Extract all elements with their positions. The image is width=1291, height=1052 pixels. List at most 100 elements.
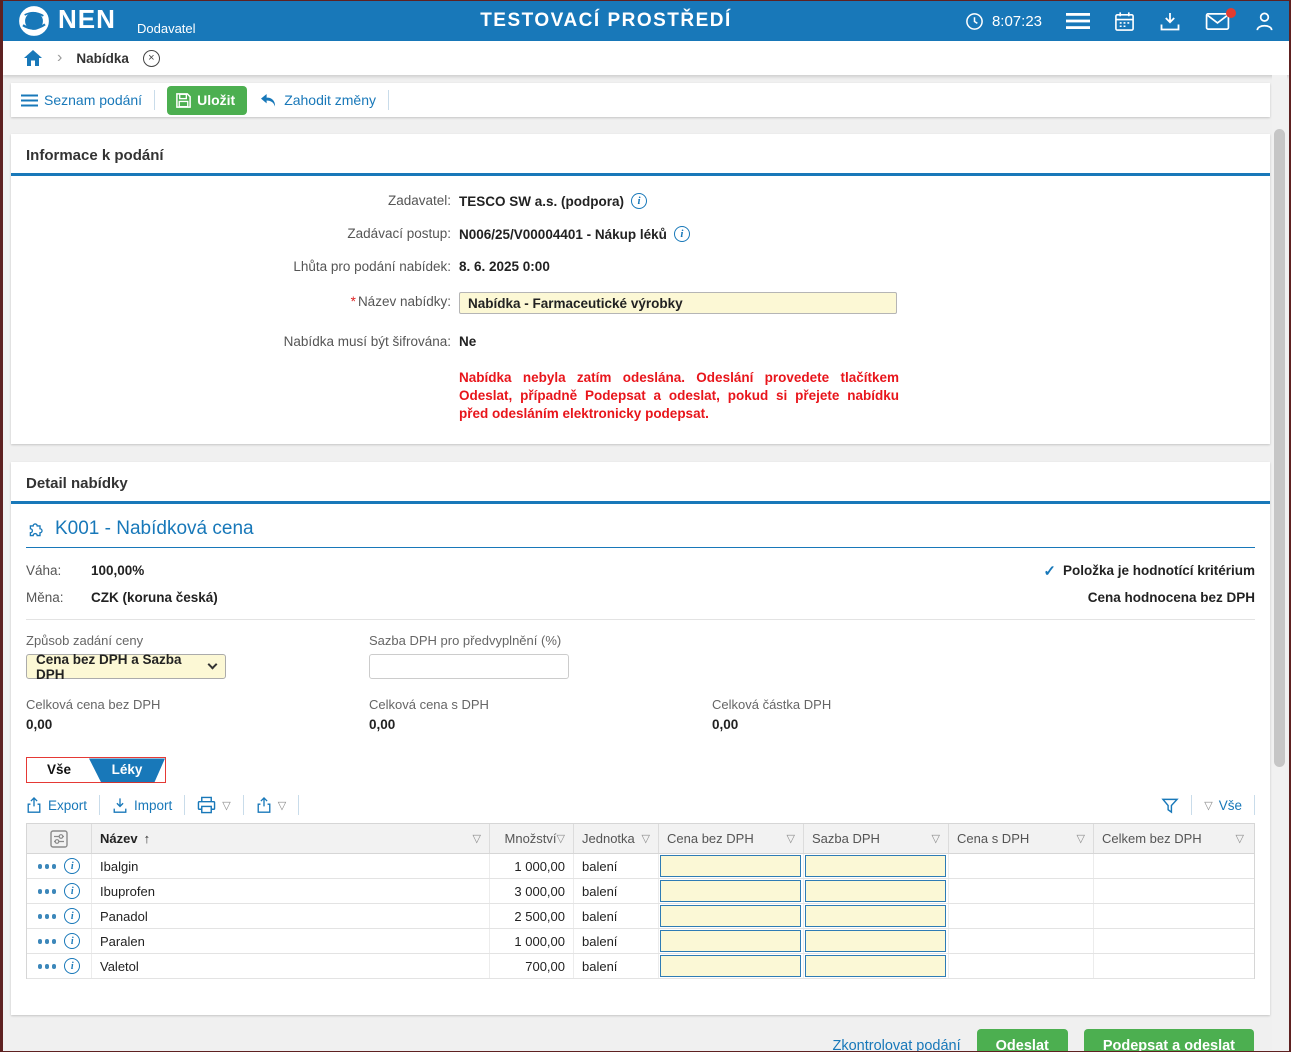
save-button[interactable]: Uložit <box>167 86 247 115</box>
info-section: Informace k podání Zadavatel: TESCO SW a… <box>11 134 1270 444</box>
breadcrumb-item-nabidka[interactable]: Nabídka <box>76 51 129 66</box>
column-header-celkem-bez-dph[interactable]: Celkem bez DPH ▽ <box>1094 824 1252 853</box>
info-icon[interactable]: i <box>631 193 647 209</box>
table-row[interactable]: i Valetol 700,00 balení <box>27 954 1254 979</box>
nen-logo[interactable]: NEN Dodavatel <box>17 1 317 41</box>
column-filter-icon[interactable]: ▽ <box>1236 832 1244 845</box>
column-header-mnozstvi[interactable]: Množství ▽ <box>490 824 574 853</box>
column-filter-icon[interactable]: ▽ <box>932 832 940 845</box>
row-qty: 2 500,00 <box>490 904 574 928</box>
tab-vse[interactable]: Vše <box>27 758 91 782</box>
column-chooser-icon[interactable] <box>50 830 68 848</box>
vat-rate-input[interactable] <box>805 905 946 927</box>
tab-leky[interactable]: Léky <box>89 758 165 782</box>
row-qty: 1 000,00 <box>490 929 574 953</box>
row-actions-icon[interactable] <box>38 939 57 944</box>
check-submission-link[interactable]: Zkontrolovat podání <box>832 1038 960 1052</box>
price-mode-select[interactable]: Cena bez DPH a Sazba DPH <box>26 654 226 679</box>
row-price-with-vat <box>949 904 1094 928</box>
chevron-down-icon <box>208 660 218 670</box>
user-profile-icon[interactable] <box>1254 11 1275 32</box>
table-row[interactable]: i Ibalgin 1 000,00 balení <box>27 854 1254 879</box>
row-info-icon[interactable]: i <box>64 883 80 899</box>
column-header-cena-bez-dph[interactable]: Cena bez DPH ▽ <box>659 824 804 853</box>
send-button[interactable]: Odeslat <box>977 1029 1068 1052</box>
messages-icon[interactable] <box>1205 12 1230 31</box>
vat-rate-input[interactable] <box>805 880 946 902</box>
row-actions-icon[interactable] <box>38 864 57 869</box>
info-icon[interactable]: i <box>674 226 690 242</box>
column-filter-icon[interactable]: ▽ <box>473 832 481 845</box>
close-tab-icon[interactable]: × <box>143 50 160 67</box>
price-no-vat-input[interactable] <box>660 855 801 877</box>
scrollbar-thumb[interactable] <box>1274 129 1285 767</box>
mena-label: Měna: <box>26 590 91 605</box>
share-menu-button[interactable]: ▽ <box>256 797 286 814</box>
column-filter-icon[interactable]: ▽ <box>787 832 795 845</box>
toolbar-divider <box>1254 795 1255 815</box>
table-row[interactable]: i Panadol 2 500,00 balení <box>27 904 1254 929</box>
export-button[interactable]: Export <box>26 797 87 814</box>
table-body: i Ibalgin 1 000,00 balení i Ibuprofen 3 … <box>27 854 1254 979</box>
calendar-icon[interactable] <box>1114 11 1135 32</box>
environment-title: TESTOVACÍ PROSTŘEDÍ <box>317 10 895 32</box>
nazev-nabidky-input[interactable] <box>459 292 897 314</box>
lhuta-label: Lhůta pro podání nabídek: <box>11 257 451 274</box>
print-menu-button[interactable]: ▽ <box>197 796 230 814</box>
column-header-jednotka[interactable]: Jednotka ▽ <box>574 824 659 853</box>
sign-and-send-button[interactable]: Podepsat a odeslat <box>1084 1029 1254 1052</box>
row-unit: balení <box>574 954 659 978</box>
row-total-no-vat <box>1094 904 1252 928</box>
row-name: Paralen <box>92 929 490 953</box>
row-info-icon[interactable]: i <box>64 908 80 924</box>
not-sent-warning: Nabídka nebyla zatím odeslána. Odeslání … <box>459 369 899 422</box>
column-header-cena-s-dph[interactable]: Cena s DPH ▽ <box>949 824 1094 853</box>
price-no-vat-input[interactable] <box>660 880 801 902</box>
row-price-with-vat <box>949 854 1094 878</box>
menu-icon[interactable] <box>1066 12 1090 30</box>
toolbar-divider <box>298 795 299 815</box>
column-header-nazev[interactable]: Název↑ ▽ <box>92 824 490 853</box>
column-header-sazba-dph[interactable]: Sazba DPH ▽ <box>804 824 949 853</box>
import-button[interactable]: Import <box>112 797 172 814</box>
column-filter-icon[interactable]: ▽ <box>557 832 565 845</box>
row-actions-icon[interactable] <box>38 889 57 894</box>
sifrovana-label: Nabídka musí být šifrována: <box>11 332 451 349</box>
row-info-icon[interactable]: i <box>64 933 80 949</box>
seznam-podani-link[interactable]: Seznam podání <box>21 92 142 108</box>
vat-rate-input[interactable] <box>805 955 946 977</box>
row-name: Ibuprofen <box>92 879 490 903</box>
mena-value: CZK (koruna česká) <box>91 590 218 605</box>
table-row[interactable]: i Paralen 1 000,00 balení <box>27 929 1254 954</box>
session-time: 8:07:23 <box>992 13 1042 30</box>
row-actions-icon[interactable] <box>38 964 57 969</box>
vat-prefill-input[interactable] <box>369 654 569 679</box>
row-price-with-vat <box>949 879 1094 903</box>
price-no-vat-input[interactable] <box>660 955 801 977</box>
detail-section-title: Detail nabídky <box>11 462 1270 501</box>
row-info-icon[interactable]: i <box>64 858 80 874</box>
unread-badge <box>1226 8 1236 18</box>
vat-rate-input[interactable] <box>805 930 946 952</box>
row-info-icon[interactable]: i <box>64 958 80 974</box>
home-icon[interactable] <box>23 49 43 67</box>
filter-funnel-icon[interactable] <box>1161 797 1179 814</box>
scrollbar-track[interactable] <box>1272 75 1287 1050</box>
view-selector[interactable]: ▽ Vše <box>1204 798 1242 813</box>
undo-icon <box>259 93 278 108</box>
price-no-vat-input[interactable] <box>660 930 801 952</box>
column-filter-icon[interactable]: ▽ <box>1077 832 1085 845</box>
toolbar-divider <box>99 795 100 815</box>
dropdown-triangle-icon: ▽ <box>278 799 286 812</box>
row-total-no-vat <box>1094 879 1252 903</box>
downloads-tray-icon[interactable] <box>1159 11 1181 32</box>
table-row[interactable]: i Ibuprofen 3 000,00 balení <box>27 879 1254 904</box>
share-icon <box>256 797 272 814</box>
breadcrumb: › Nabídka × <box>3 41 1289 75</box>
column-filter-icon[interactable]: ▽ <box>642 832 650 845</box>
price-no-vat-input[interactable] <box>660 905 801 927</box>
row-actions-icon[interactable] <box>38 914 57 919</box>
discard-changes-link[interactable]: Zahodit změny <box>259 92 376 108</box>
vat-rate-input[interactable] <box>805 855 946 877</box>
logo-text: NEN <box>58 6 116 32</box>
